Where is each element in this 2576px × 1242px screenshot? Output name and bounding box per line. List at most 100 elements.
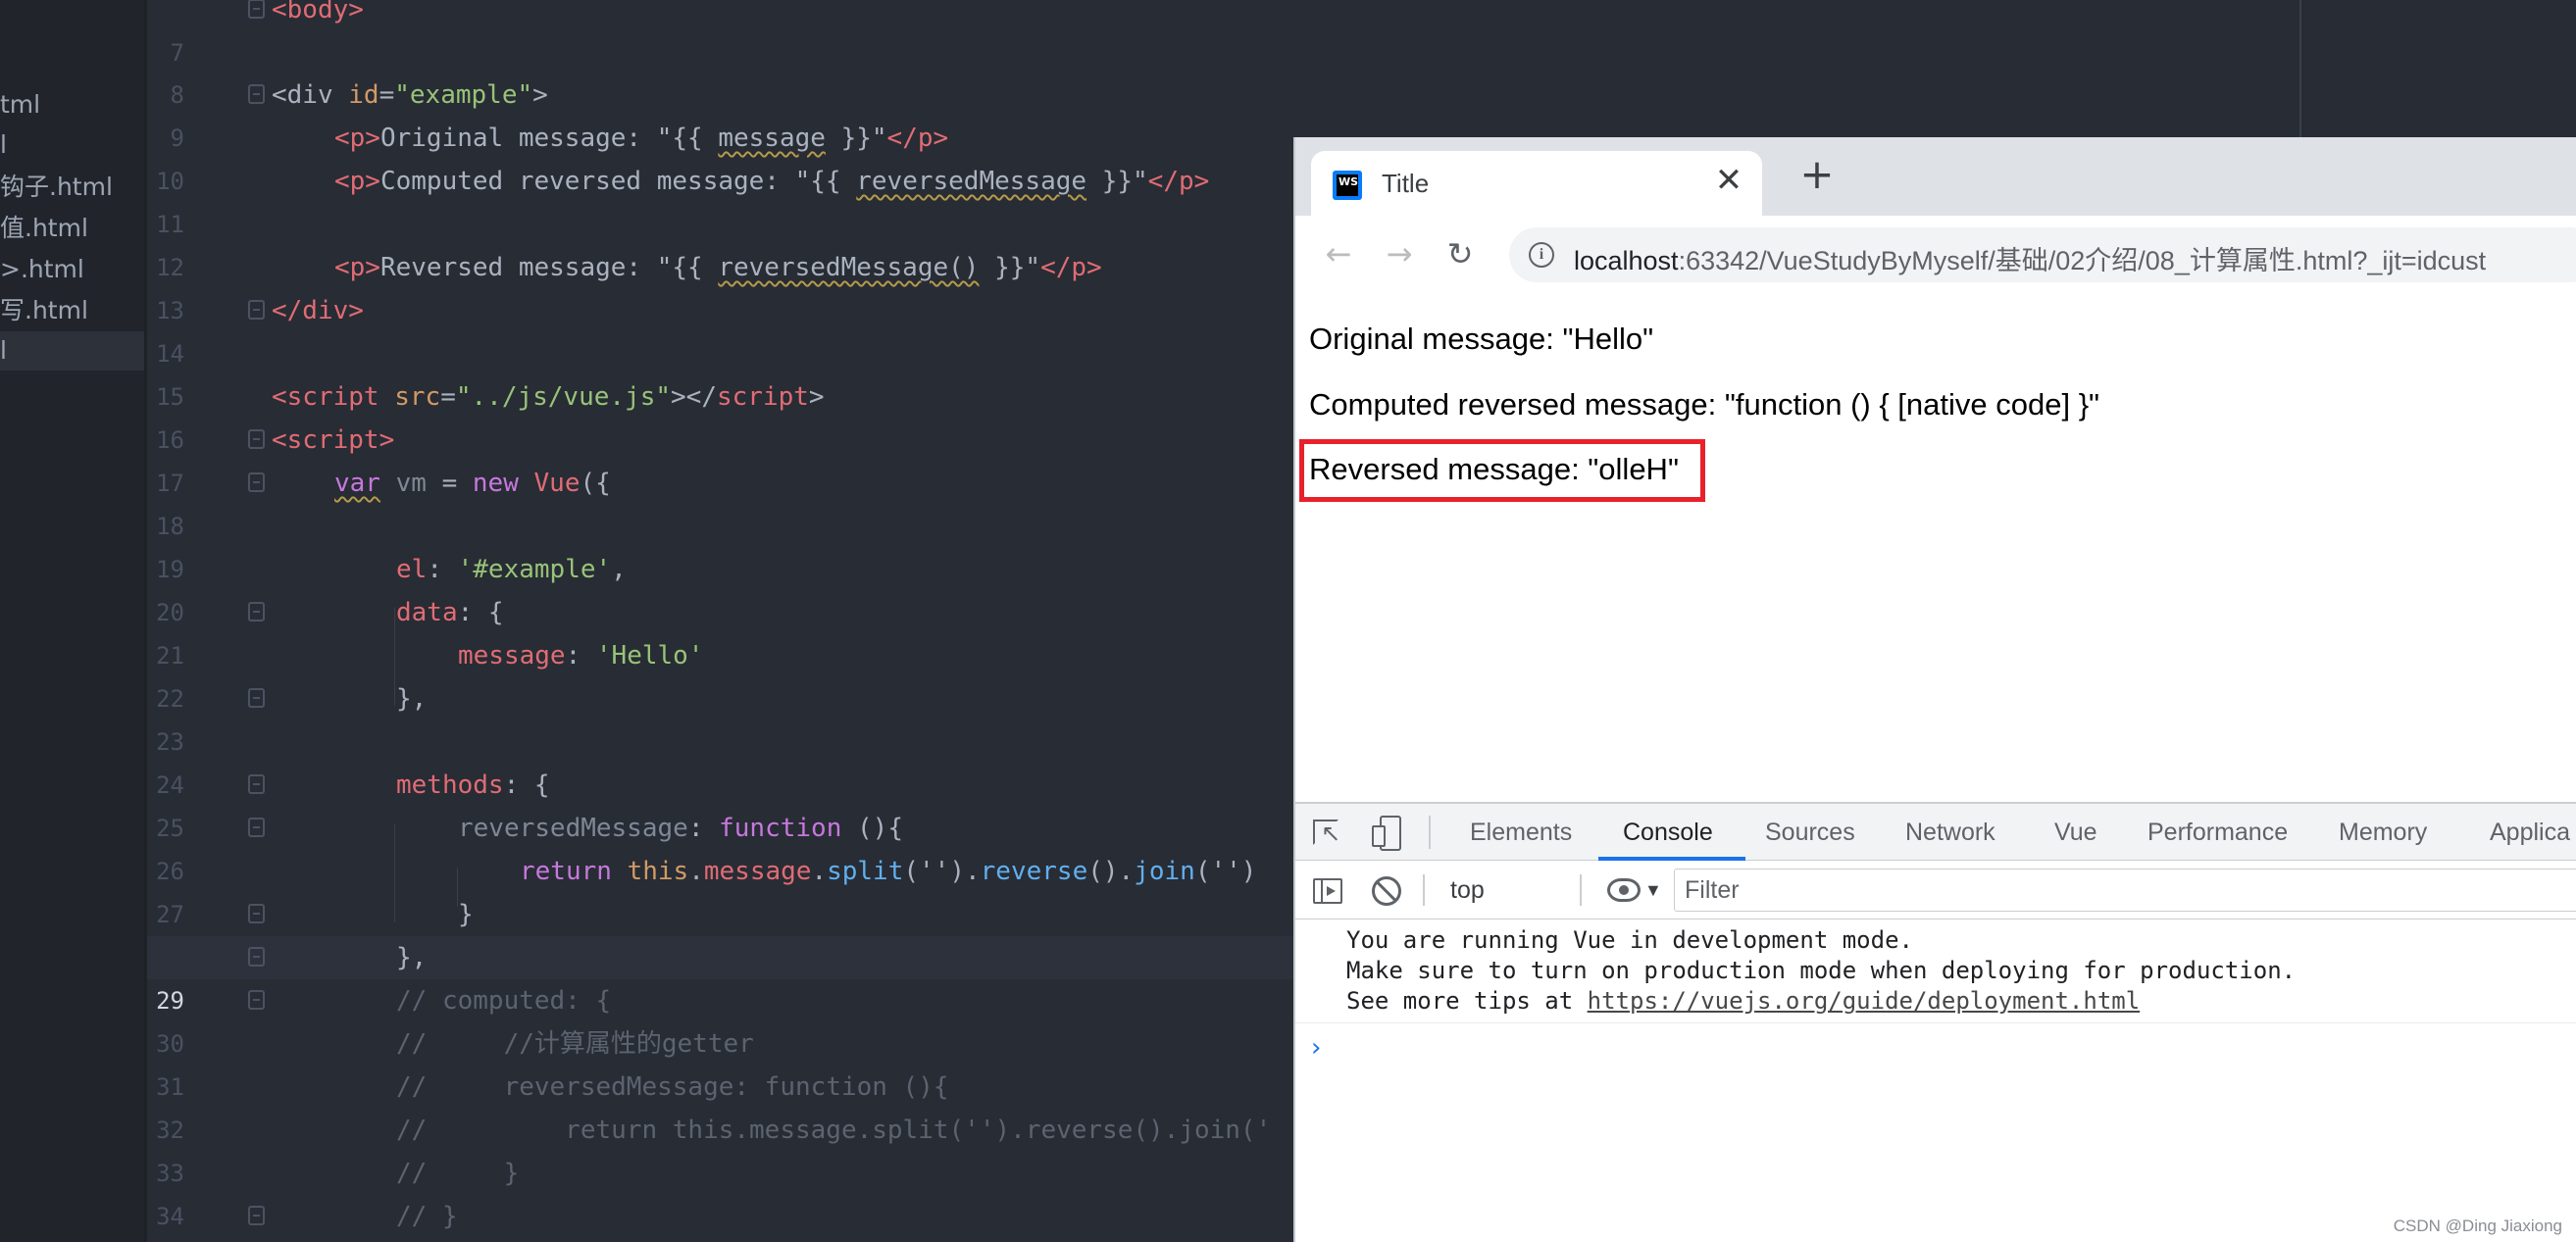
tab-memory[interactable]: Memory (2339, 804, 2427, 861)
context-selector[interactable]: top ▼ (1450, 873, 1662, 907)
line-number: 35 (147, 1238, 184, 1242)
code-token: }}" (979, 253, 1041, 282)
console-text: You are running Vue in development mode. (1346, 926, 1913, 954)
code-text: </div> (272, 289, 364, 332)
code-token: vm (379, 469, 442, 498)
code-token: Reversed message: "{{ (379, 253, 719, 282)
code-token: reversedMessage (856, 167, 1087, 196)
tab-console[interactable]: Console (1623, 804, 1713, 861)
code-token: "../js/vue.js" (455, 382, 672, 412)
code-text: return this.message.split('').reverse().… (520, 850, 1256, 893)
deployment-docs-link[interactable]: https://vuejs.org/guide/deployment.html (1588, 987, 2141, 1015)
code-line[interactable]: 9 <div id="example"> (147, 74, 2576, 152)
fold-marker-icon[interactable] (248, 472, 265, 492)
close-icon[interactable]: ✕ (1711, 163, 1746, 198)
devtools-tab-bar: Elements Console Sources Network Vue Per… (1295, 804, 2576, 861)
fold-marker-icon[interactable] (248, 947, 265, 967)
browser-tab[interactable]: WS Title ✕ (1311, 151, 1762, 216)
computed-message-text: Computed reversed message: "function () … (1309, 387, 2100, 422)
tab-sources[interactable]: Sources (1765, 804, 1855, 861)
url-host: localhost (1574, 246, 1679, 275)
fold-marker-icon[interactable] (248, 1206, 265, 1225)
code-token: : { (457, 598, 504, 627)
info-icon[interactable]: i (1529, 242, 1554, 268)
inspect-element-icon[interactable] (1311, 816, 1344, 849)
file-tree-item[interactable]: >.html (0, 250, 144, 289)
code-token: join (1134, 857, 1195, 886)
tab-vue[interactable]: Vue (2054, 804, 2097, 861)
file-tree-item[interactable]: tml (0, 85, 144, 124)
device-toolbar-icon[interactable] (1370, 816, 1403, 851)
file-tree-item[interactable]: 写.html (0, 291, 144, 330)
code-token: , (611, 555, 627, 584)
code-token: Computed reversed message: "{{ (379, 167, 857, 196)
fold-marker-icon[interactable] (248, 602, 265, 621)
file-tree-item[interactable]: 值.html (0, 209, 144, 248)
tab-elements[interactable]: Elements (1470, 804, 1572, 861)
code-token: Vue (533, 469, 581, 498)
fold-marker-icon[interactable] (248, 818, 265, 837)
console-toolbar: top ▼ (1295, 861, 2576, 919)
fold-marker-icon[interactable] (248, 300, 265, 320)
url-text[interactable]: localhost:63342/VueStudyByMyself/基础/02介绍… (1574, 239, 2486, 277)
code-text: el: '#example', (396, 548, 627, 591)
fold-marker-icon[interactable] (248, 0, 265, 19)
code-token: (''). (903, 857, 981, 886)
file-tree-item[interactable]: 钩子.html (0, 168, 144, 207)
code-token: reversedMessage (458, 814, 688, 843)
tab-application[interactable]: Applica (2490, 804, 2570, 861)
back-icon[interactable]: ← (1317, 232, 1360, 275)
console-prompt-icon[interactable]: › (1311, 1033, 1321, 1063)
fold-marker-icon[interactable] (248, 774, 265, 794)
console-filter-input[interactable] (1674, 869, 2576, 912)
code-token: </p> (1040, 253, 1102, 282)
address-bar[interactable]: i localhost:63342/VueStudyByMyself/基础/02… (1509, 227, 2576, 282)
code-token: <script> (272, 425, 395, 455)
fold-marker-icon[interactable] (248, 688, 265, 708)
code-token: ({ (580, 469, 611, 498)
clear-console-icon[interactable] (1372, 876, 1401, 906)
code-token: } (458, 900, 474, 929)
code-token: split (827, 857, 904, 886)
code-token: return (520, 857, 628, 886)
fold-marker-icon[interactable] (248, 84, 265, 104)
code-comment: // } (396, 1202, 458, 1231)
code-token: : (565, 641, 596, 671)
toolbar-separator (1580, 874, 1582, 906)
code-token: src (394, 382, 441, 412)
dropdown-arrow-icon: ▼ (1644, 880, 1662, 900)
code-text: }, (396, 677, 427, 720)
original-message-text: Original message: "Hello" (1309, 322, 1654, 356)
code-token: new (472, 469, 534, 498)
forward-icon[interactable]: → (1378, 232, 1421, 275)
fold-marker-icon[interactable] (248, 429, 265, 449)
fold-marker-icon[interactable] (248, 990, 265, 1010)
code-text: <script> (272, 419, 394, 462)
code-text: <p>Reversed message: "{{ reversedMessage… (334, 246, 1102, 289)
code-token: = (440, 382, 456, 412)
tab-performance[interactable]: Performance (2147, 804, 2288, 861)
tab-network[interactable]: Network (1905, 804, 1995, 861)
live-expression-eye-icon[interactable] (1607, 878, 1641, 902)
reload-icon[interactable]: ↻ (1439, 232, 1482, 275)
code-token: var (334, 469, 380, 498)
file-tree-item[interactable]: l (0, 125, 144, 165)
browser-window: WS Title ✕ + ← → ↻ i localhost:63342/Vue… (1293, 137, 2576, 1242)
fold-marker-icon[interactable] (248, 904, 265, 923)
file-tree-item-selected[interactable]: l (0, 331, 144, 371)
code-token: message (718, 124, 826, 153)
code-line[interactable]: 7 <body> (147, 0, 2576, 67)
code-line[interactable]: 8 (147, 30, 2576, 109)
new-tab-icon[interactable]: + (1797, 154, 1837, 195)
code-token: }, (396, 943, 428, 972)
webstorm-favicon-icon: WS (1333, 171, 1362, 200)
code-token: '#example' (457, 555, 612, 584)
code-token: }, (396, 684, 428, 714)
code-text: data: { (396, 591, 504, 634)
code-token: . (811, 857, 828, 886)
code-text: reversedMessage: function (){ (458, 807, 903, 850)
show-console-sidebar-icon[interactable] (1313, 878, 1342, 904)
code-token: : (687, 814, 720, 843)
code-text: message: 'Hello' (458, 634, 703, 677)
code-token: = (379, 80, 395, 110)
